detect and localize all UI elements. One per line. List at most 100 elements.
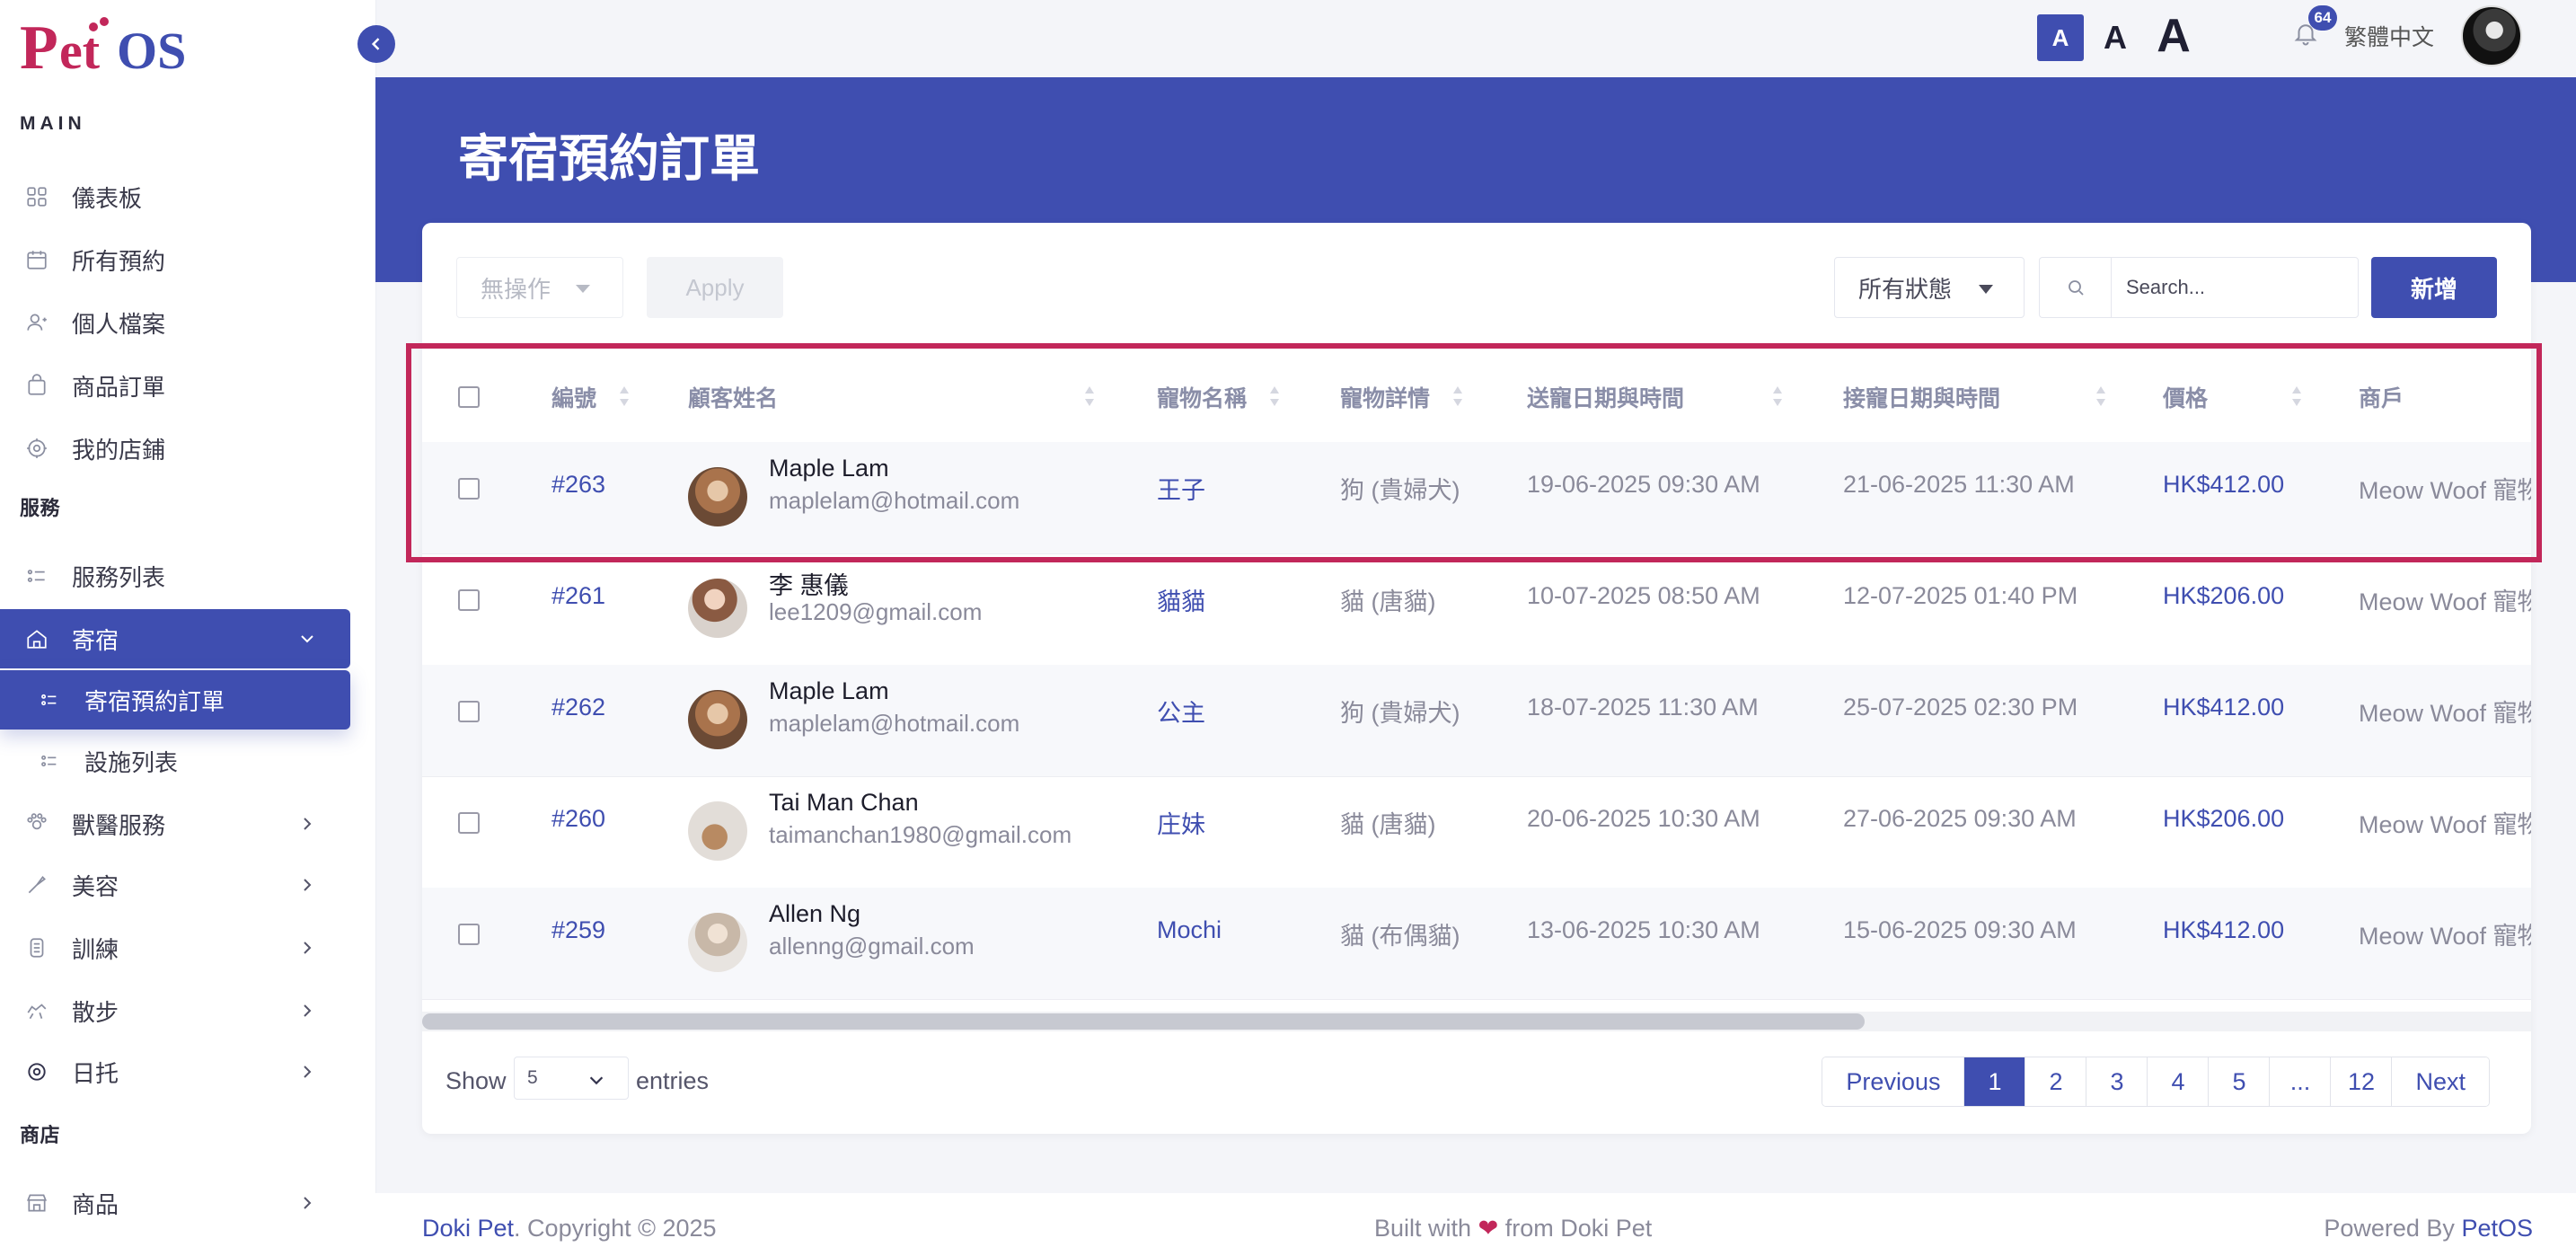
sort-icon[interactable] <box>2095 385 2107 408</box>
column-header-id[interactable]: 編號 <box>551 381 596 413</box>
sort-icon[interactable] <box>618 385 631 408</box>
pagination-next[interactable]: Next <box>2391 1057 2489 1106</box>
sidebar-item-label: 所有預約 <box>72 247 166 275</box>
sidebar-item-grooming[interactable]: 美容 <box>0 855 350 915</box>
footer-petos-link[interactable]: PetOS <box>2461 1215 2533 1242</box>
add-button[interactable]: 新增 <box>2371 257 2497 318</box>
font-size-large-button[interactable]: A <box>2147 7 2201 65</box>
column-header-pet-name[interactable]: 寵物名稱 <box>1157 381 1247 413</box>
pagination-page[interactable]: 1 <box>1963 1057 2025 1106</box>
sidebar-item-walking[interactable]: 散步 <box>0 981 350 1040</box>
scrollbar-thumb[interactable] <box>422 1013 1865 1030</box>
column-header-customer[interactable]: 顧客姓名 <box>688 381 778 413</box>
sidebar-item-facility-list[interactable]: 設施列表 <box>0 731 350 791</box>
column-header-pickup[interactable]: 接寵日期與時間 <box>1843 381 2000 413</box>
order-id-link[interactable]: #263 <box>551 471 605 499</box>
chevron-down-icon <box>589 1076 604 1085</box>
table-row[interactable]: #260 Tai Man Chan taimanchan1980@gmail.c… <box>422 776 2531 889</box>
sidebar-item-profile[interactable]: 個人檔案 <box>0 293 350 352</box>
apply-button[interactable]: Apply <box>647 257 783 318</box>
section-label-main: MAIN <box>20 113 86 134</box>
column-header-pet-detail[interactable]: 寵物詳情 <box>1340 381 1430 413</box>
search-icon-box <box>2039 257 2111 318</box>
pagination-page[interactable]: 3 <box>2086 1057 2148 1106</box>
sidebar-item-service-list[interactable]: 服務列表 <box>0 546 350 606</box>
sort-icon[interactable] <box>2290 385 2303 408</box>
chevron-right-icon <box>304 942 312 954</box>
chevron-right-icon <box>304 879 312 891</box>
sort-icon[interactable] <box>1268 385 1281 408</box>
order-id-link[interactable]: #260 <box>551 805 605 833</box>
footer-copyright-text: . Copyright © 2025 <box>514 1215 717 1242</box>
sidebar-item-all-bookings[interactable]: 所有預約 <box>0 230 350 289</box>
column-header-merchant[interactable]: 商戶 <box>2359 381 2404 413</box>
sidebar-item-boarding[interactable]: 寄宿 <box>0 609 350 668</box>
sidebar-item-label: 散步 <box>72 998 119 1026</box>
pagination-page[interactable]: 5 <box>2208 1057 2270 1106</box>
vet-icon <box>23 810 50 837</box>
order-id-link[interactable]: #259 <box>551 916 605 944</box>
pet-name-link[interactable]: Mochi <box>1157 916 1222 944</box>
pet-name-link[interactable]: 公主 <box>1157 694 1205 729</box>
sidebar-item-vet[interactable]: 獸醫服務 <box>0 794 350 853</box>
price: HK$206.00 <box>2163 582 2285 609</box>
footer-brand-link[interactable]: Doki Pet <box>422 1215 514 1242</box>
search-icon <box>2068 280 2084 296</box>
bulk-action-select[interactable]: 無操作 <box>456 257 623 318</box>
sidebar-item-products[interactable]: 商品 <box>0 1173 350 1233</box>
status-filter-select[interactable]: 所有狀態 <box>1834 257 2025 318</box>
column-header-price[interactable]: 價格 <box>2163 381 2208 413</box>
order-id-link[interactable]: #262 <box>551 694 605 721</box>
row-checkbox[interactable] <box>458 924 480 945</box>
heart-icon: ❤ <box>1478 1215 1499 1242</box>
merchant: Meow Woof 寵物 <box>2359 477 2531 504</box>
pet-name-link[interactable]: 王子 <box>1157 471 1205 506</box>
table-row[interactable]: #263 Maple Lam maplelam@hotmail.com 王子 狗… <box>422 442 2531 554</box>
table-row[interactable]: #259 Allen Ng allenng@gmail.com Mochi 貓 … <box>422 888 2531 1000</box>
sidebar-item-my-store[interactable]: 我的店鋪 <box>0 419 350 478</box>
sidebar-item-boarding-orders[interactable]: 寄宿預約訂單 <box>0 670 350 730</box>
row-checkbox[interactable] <box>458 589 480 611</box>
font-size-small-button[interactable]: A <box>2037 14 2084 61</box>
sidebar-item-training[interactable]: 訓練 <box>0 918 350 977</box>
pickup-datetime: 15-06-2025 09:30 AM <box>1843 916 2077 943</box>
pet-detail: 狗 (貴婦犬) <box>1340 477 1460 504</box>
pet-detail: 貓 (唐貓) <box>1340 588 1436 615</box>
merchant: Meow Woof 寵物 <box>2359 700 2531 727</box>
select-all-checkbox[interactable] <box>458 386 480 408</box>
pagination-page[interactable]: 2 <box>2025 1057 2086 1106</box>
sort-icon[interactable] <box>1451 385 1464 408</box>
pet-name-link[interactable]: 貓貓 <box>1157 582 1205 617</box>
search-input[interactable] <box>2124 275 2345 300</box>
merchant: Meow Woof 寵物 <box>2359 811 2531 838</box>
price: HK$206.00 <box>2163 805 2285 832</box>
order-id-link[interactable]: #261 <box>551 582 605 610</box>
row-checkbox[interactable] <box>458 812 480 834</box>
pet-name-link[interactable]: 庄妹 <box>1157 805 1205 840</box>
pagination-page[interactable]: 12 <box>2330 1057 2392 1106</box>
home-icon <box>23 625 50 652</box>
table-row[interactable]: #261 李 惠儀 lee1209@gmail.com 貓貓 貓 (唐貓) 10… <box>422 553 2531 666</box>
font-size-medium-button[interactable]: A <box>2093 11 2138 65</box>
sidebar-item-dashboard[interactable]: 儀表板 <box>0 167 350 226</box>
row-checkbox[interactable] <box>458 478 480 500</box>
row-checkbox[interactable] <box>458 701 480 722</box>
petos-logo[interactable]: P et OS <box>20 13 199 81</box>
language-selector[interactable]: 繁體中文 <box>2344 20 2434 52</box>
search-field[interactable] <box>2111 257 2359 318</box>
sidebar-item-daycare[interactable]: 日托 <box>0 1042 350 1101</box>
sidebar-collapse-button[interactable] <box>357 25 395 63</box>
column-header-dropoff[interactable]: 送寵日期與時間 <box>1527 381 1684 413</box>
horizontal-scrollbar[interactable] <box>422 1012 2531 1031</box>
page-size-select[interactable]: 5 <box>514 1057 629 1100</box>
sidebar-item-product-orders[interactable]: 商品訂單 <box>0 356 350 415</box>
dropoff-datetime: 13-06-2025 10:30 AM <box>1527 916 1760 943</box>
sort-icon[interactable] <box>1083 385 1096 408</box>
user-avatar[interactable] <box>2461 5 2522 66</box>
caret-down-icon <box>1979 285 1993 294</box>
pagination-page[interactable]: 4 <box>2147 1057 2209 1106</box>
sort-icon[interactable] <box>1771 385 1784 408</box>
table-row[interactable]: #262 Maple Lam maplelam@hotmail.com 公主 狗… <box>422 665 2531 777</box>
status-filter-value: 所有狀態 <box>1858 275 1953 303</box>
pagination-previous[interactable]: Previous <box>1822 1057 1964 1106</box>
